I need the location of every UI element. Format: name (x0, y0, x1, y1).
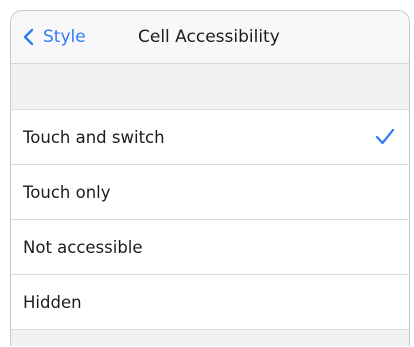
option-touch-and-switch[interactable]: Touch and switch (11, 110, 409, 165)
option-label: Touch and switch (23, 127, 165, 147)
back-button[interactable]: Style (21, 11, 86, 63)
navigation-bar: Style Cell Accessibility (11, 11, 409, 64)
option-label: Not accessible (23, 237, 143, 257)
option-label: Hidden (23, 292, 82, 312)
back-button-label: Style (43, 27, 86, 47)
option-not-accessible[interactable]: Not accessible (11, 220, 409, 275)
settings-panel: Style Cell Accessibility Touch and switc… (10, 10, 410, 346)
options-list: Touch and switch Touch only Not accessib… (11, 110, 409, 330)
option-touch-only[interactable]: Touch only (11, 165, 409, 220)
section-header-spacer (11, 64, 409, 110)
checkmark-icon (375, 128, 395, 145)
option-hidden[interactable]: Hidden (11, 275, 409, 330)
option-label: Touch only (23, 182, 111, 202)
chevron-left-icon (23, 28, 34, 46)
options-content: Touch and switch Touch only Not accessib… (11, 64, 409, 346)
page-title: Cell Accessibility (138, 27, 280, 47)
